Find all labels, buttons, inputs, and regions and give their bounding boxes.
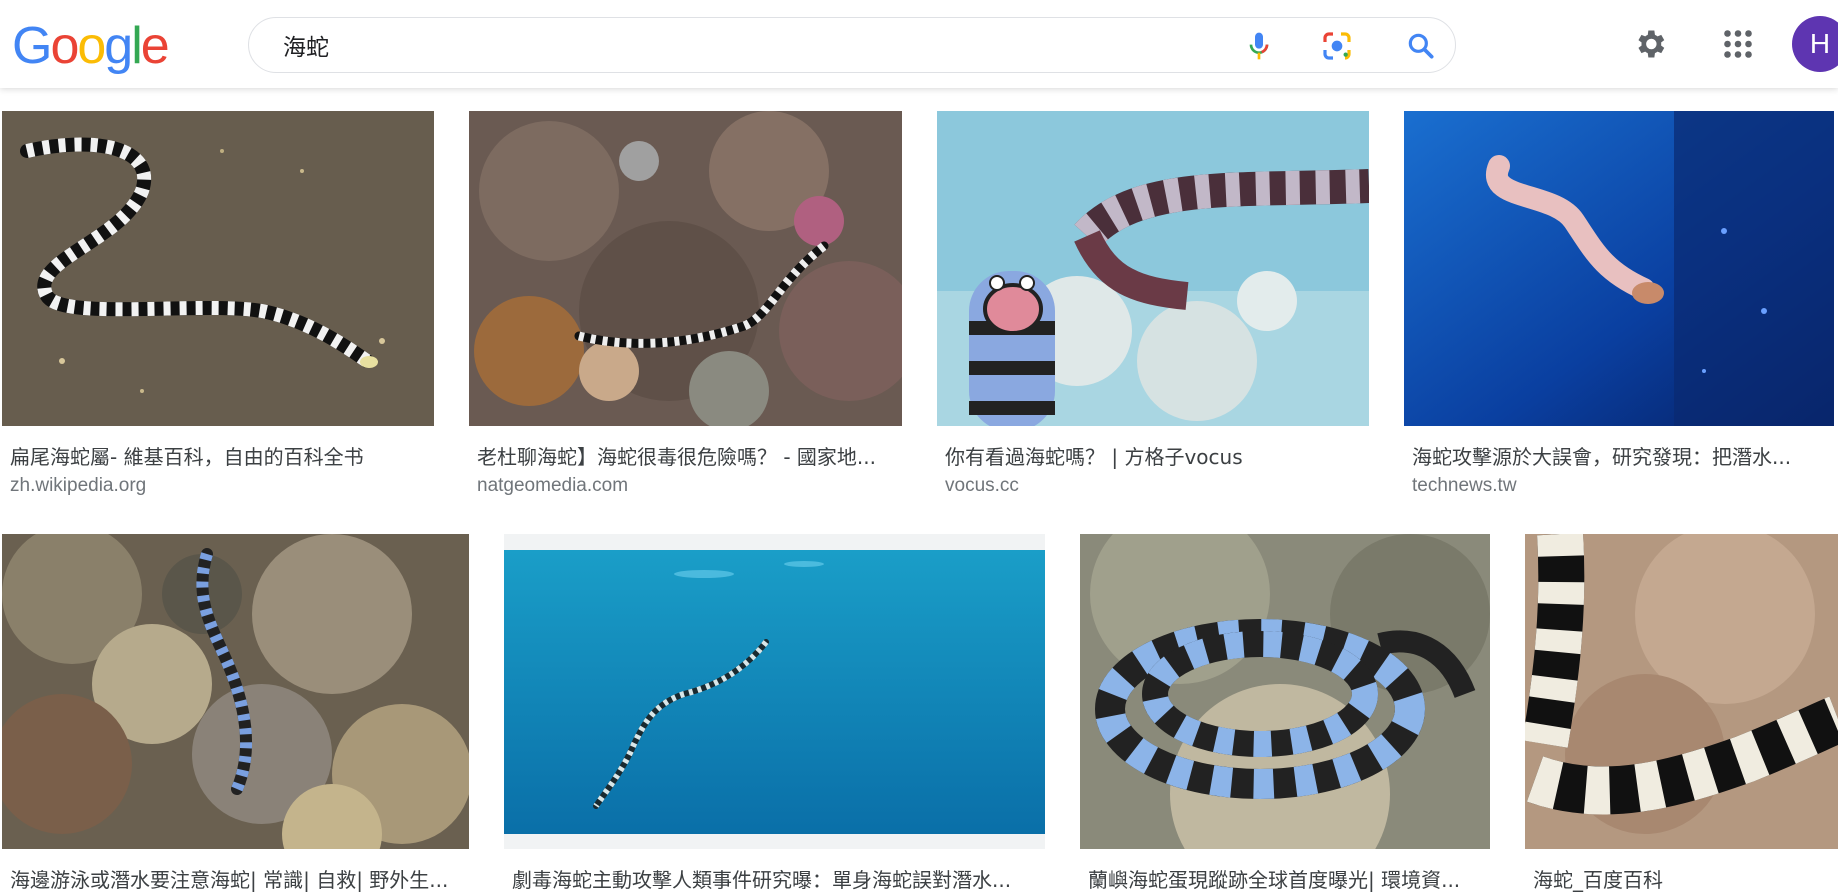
result-title[interactable]: 海蛇攻擊源於大誤會，研究發現：把潛水...: [1412, 441, 1827, 470]
logo-letter: e: [140, 17, 170, 75]
result-title[interactable]: 海邊游泳或潛水要注意海蛇| 常識| 自救| 野外生...: [10, 864, 465, 893]
image-result[interactable]: 劇毒海蛇主動攻擊人類事件研究曝：單身海蛇誤對潛水...: [504, 534, 1045, 895]
image-result[interactable]: 蘭嶼海蛇蛋現蹤跡全球首度曝光| 環境資...: [1080, 534, 1490, 895]
result-thumbnail[interactable]: [2, 111, 434, 426]
search-input[interactable]: [283, 30, 1143, 60]
result-domain[interactable]: vocus.cc: [945, 475, 1019, 497]
image-result[interactable]: 扁尾海蛇屬- 維基百科，自由的百科全书 zh.wikipedia.org: [2, 111, 434, 501]
avatar[interactable]: H: [1792, 16, 1838, 72]
result-domain[interactable]: technews.tw: [1412, 475, 1517, 497]
image-result[interactable]: 老杜聊海蛇】海蛇很毒很危險嗎？ - 國家地... natgeomedia.com: [469, 111, 902, 501]
result-domain[interactable]: zh.wikipedia.org: [10, 475, 146, 497]
google-logo[interactable]: G o o g l e: [12, 17, 170, 75]
search-box: [248, 17, 1456, 73]
result-thumbnail[interactable]: [1404, 111, 1834, 426]
microphone-icon[interactable]: [1243, 30, 1275, 62]
image-result[interactable]: 海蛇攻擊源於大誤會，研究發現：把潛水... technews.tw: [1404, 111, 1834, 501]
logo-letter: g: [104, 17, 133, 75]
image-result[interactable]: 你有看過海蛇嗎？ | 方格子vocus vocus.cc: [937, 111, 1369, 501]
search-icon[interactable]: [1405, 30, 1437, 62]
result-thumbnail[interactable]: [2, 534, 469, 849]
result-domain[interactable]: natgeomedia.com: [477, 475, 628, 497]
logo-letter: o: [50, 17, 79, 75]
result-thumbnail[interactable]: [1525, 534, 1838, 849]
apps-grid-icon[interactable]: [1720, 26, 1756, 62]
result-thumbnail[interactable]: [504, 534, 1045, 849]
logo-letter: G: [12, 17, 52, 75]
result-title[interactable]: 海蛇_百度百科: [1533, 864, 1833, 893]
result-title[interactable]: 你有看過海蛇嗎？ | 方格子vocus: [945, 441, 1365, 470]
top-bar: G o o g l e 海蛇 H: [0, 0, 1838, 88]
result-title[interactable]: 蘭嶼海蛇蛋現蹤跡全球首度曝光| 環境資...: [1088, 864, 1486, 893]
logo-letter: o: [77, 17, 106, 75]
result-title[interactable]: 老杜聊海蛇】海蛇很毒很危險嗎？ - 國家地...: [477, 441, 897, 470]
result-thumbnail[interactable]: [937, 111, 1369, 426]
logo-letter: l: [131, 17, 142, 75]
result-thumbnail[interactable]: [1080, 534, 1490, 849]
result-title[interactable]: 扁尾海蛇屬- 維基百科，自由的百科全书: [10, 441, 430, 470]
result-title[interactable]: 劇毒海蛇主動攻擊人類事件研究曝：單身海蛇誤對潛水...: [512, 864, 1042, 893]
camera-lens-icon[interactable]: [1321, 30, 1353, 62]
image-result[interactable]: 海邊游泳或潛水要注意海蛇| 常識| 自救| 野外生...: [2, 534, 469, 895]
gear-icon[interactable]: [1632, 26, 1668, 62]
result-thumbnail[interactable]: [469, 111, 902, 426]
image-result[interactable]: 海蛇_百度百科: [1525, 534, 1838, 895]
